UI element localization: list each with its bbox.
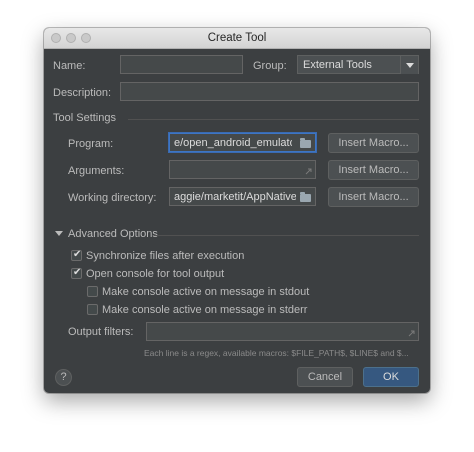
checkmark-icon: ✔ <box>73 249 82 260</box>
sync-files-checkbox[interactable]: ✔ <box>71 249 82 261</box>
folder-icon[interactable] <box>300 192 311 202</box>
tool-settings-separator <box>128 119 419 120</box>
stdout-checkbox[interactable] <box>87 286 98 297</box>
title-bar: Create Tool <box>44 28 430 49</box>
tool-settings-header: Tool Settings <box>53 112 116 124</box>
sync-files-label[interactable]: Synchronize files after execution <box>86 250 244 262</box>
open-console-checkbox[interactable]: ✔ <box>71 267 82 279</box>
checkmark-icon: ✔ <box>73 267 82 278</box>
name-input[interactable] <box>120 55 243 74</box>
output-filters-label: Output filters: <box>68 326 134 338</box>
expand-icon[interactable] <box>408 330 415 337</box>
advanced-options-separator <box>154 235 419 236</box>
stderr-checkbox[interactable] <box>87 304 98 315</box>
cancel-button[interactable]: Cancel <box>297 367 353 387</box>
expand-icon[interactable] <box>305 168 312 175</box>
program-label: Program: <box>68 138 114 150</box>
stderr-label[interactable]: Make console active on message in stderr <box>102 304 307 316</box>
working-directory-label: Working directory: <box>68 192 157 204</box>
output-filters-hint: Each line is a regex, available macros: … <box>144 348 409 358</box>
program-value: e/open_android_emulator <box>174 137 292 149</box>
arguments-insert-macro-button[interactable]: Insert Macro... <box>328 160 419 180</box>
collapse-triangle-icon[interactable] <box>55 231 63 237</box>
advanced-options-header[interactable]: Advanced Options <box>68 228 158 240</box>
help-button[interactable]: ? <box>55 369 72 386</box>
output-filters-input[interactable] <box>146 322 419 341</box>
folder-icon[interactable] <box>300 138 311 148</box>
working-directory-insert-macro-button[interactable]: Insert Macro... <box>328 187 419 207</box>
program-insert-macro-button[interactable]: Insert Macro... <box>328 133 419 153</box>
open-console-label[interactable]: Open console for tool output <box>86 268 224 280</box>
arguments-label: Arguments: <box>68 165 125 177</box>
stdout-label[interactable]: Make console active on message in stdout <box>102 286 309 298</box>
working-directory-value: aggie/marketit/AppNative <box>174 191 296 203</box>
working-directory-input[interactable]: aggie/marketit/AppNative <box>169 187 316 206</box>
group-value: External Tools <box>303 59 372 71</box>
program-input[interactable]: e/open_android_emulator <box>169 133 316 152</box>
chevron-down-icon[interactable] <box>400 56 418 74</box>
group-dropdown[interactable]: External Tools <box>297 55 419 74</box>
name-label: Name: <box>53 60 86 72</box>
group-label: Group: <box>253 60 287 72</box>
dialog-title: Create Tool <box>207 32 267 44</box>
description-label: Description: <box>53 87 112 99</box>
description-input[interactable] <box>120 82 419 101</box>
ok-button[interactable]: OK <box>363 367 419 387</box>
arguments-input[interactable] <box>169 160 316 179</box>
create-tool-dialog: Create Tool Name: Group: External Tools … <box>44 28 430 393</box>
